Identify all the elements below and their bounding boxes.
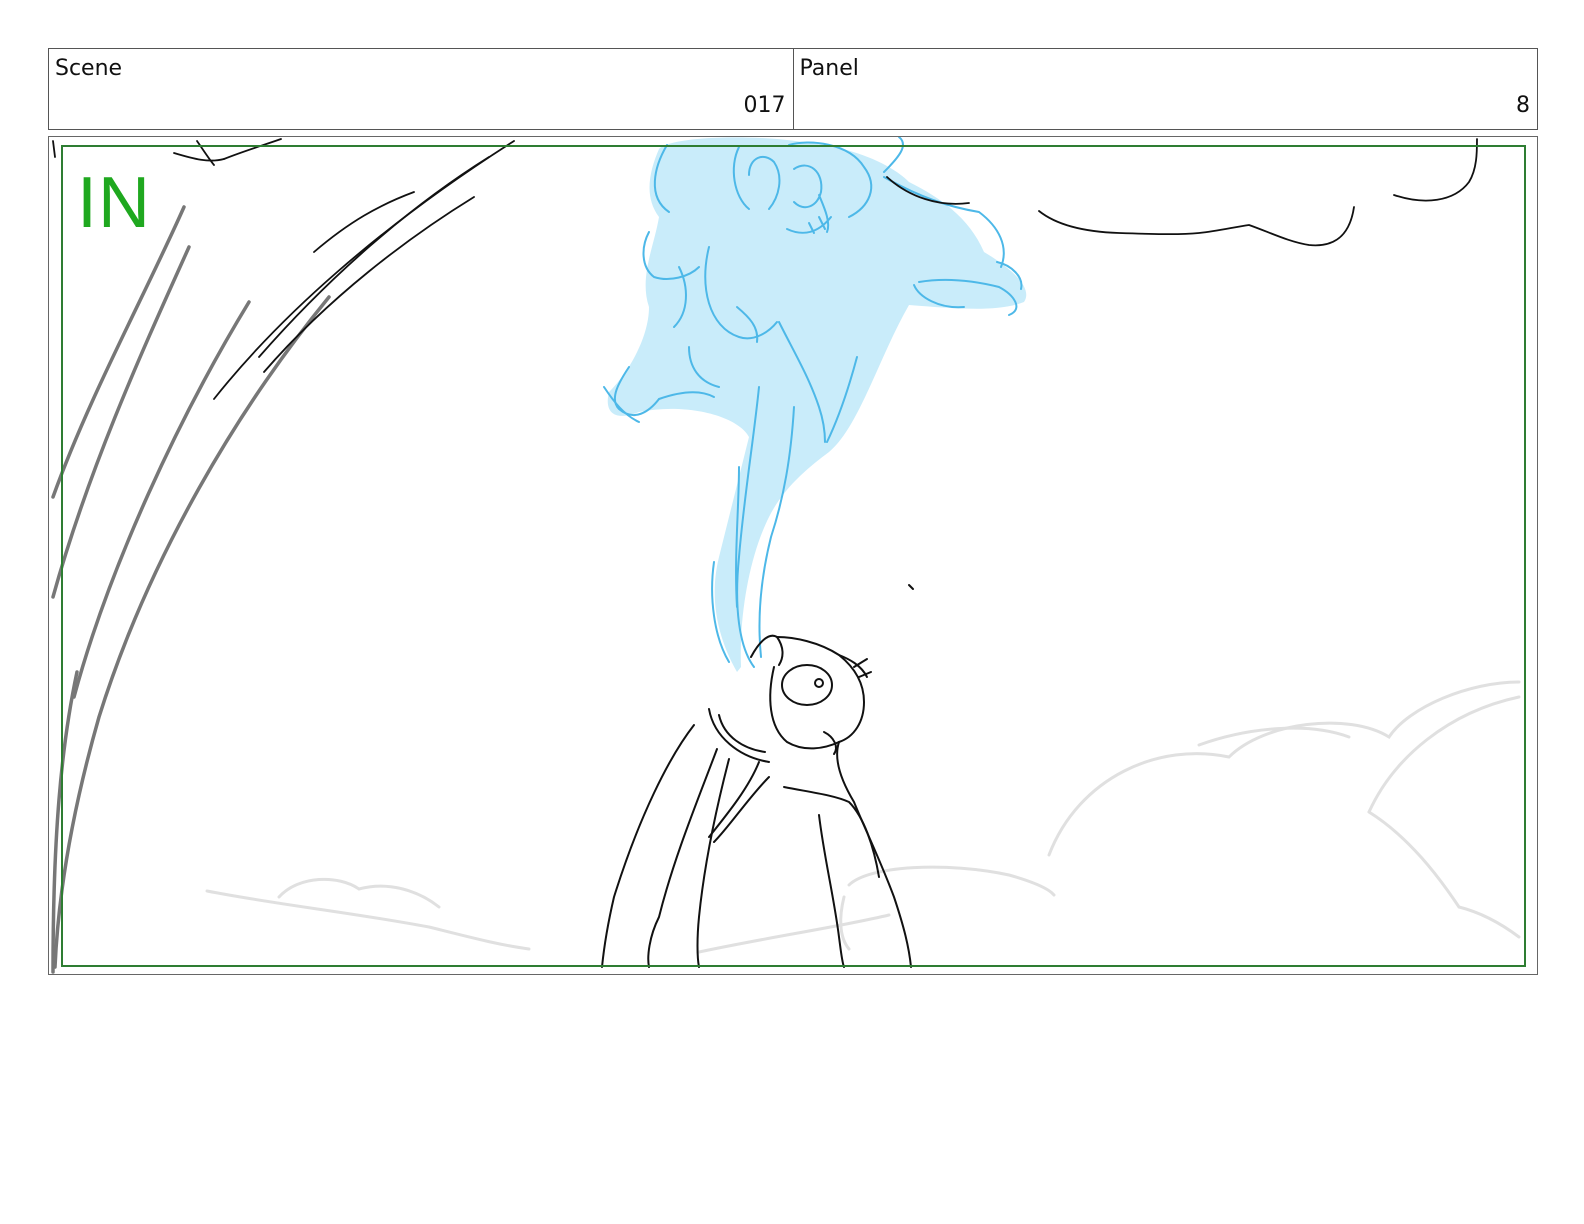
scene-label: Scene	[55, 56, 123, 81]
character-eye	[781, 664, 833, 706]
panel-header-table: Scene 017 Panel 8	[48, 48, 1538, 130]
genie-figure	[603, 137, 1027, 672]
character-looking-up	[601, 584, 914, 968]
transition-label: IN	[77, 163, 151, 243]
panel-label: Panel	[799, 56, 859, 81]
genie-body-fill	[607, 137, 1027, 672]
panel-number: 8	[1516, 93, 1530, 118]
panel-sketch	[51, 137, 1521, 974]
storyboard-panel: IN	[48, 136, 1538, 975]
background-clouds	[205, 680, 1521, 954]
character-ear	[750, 634, 784, 666]
scene-cell: Scene 017	[49, 49, 793, 129]
tree-trunk-lines	[51, 205, 331, 974]
sky-cloud-lines	[886, 138, 1478, 247]
character-collar	[708, 708, 770, 763]
panel-cell: Panel 8	[792, 49, 1538, 129]
scene-number: 017	[743, 93, 786, 118]
